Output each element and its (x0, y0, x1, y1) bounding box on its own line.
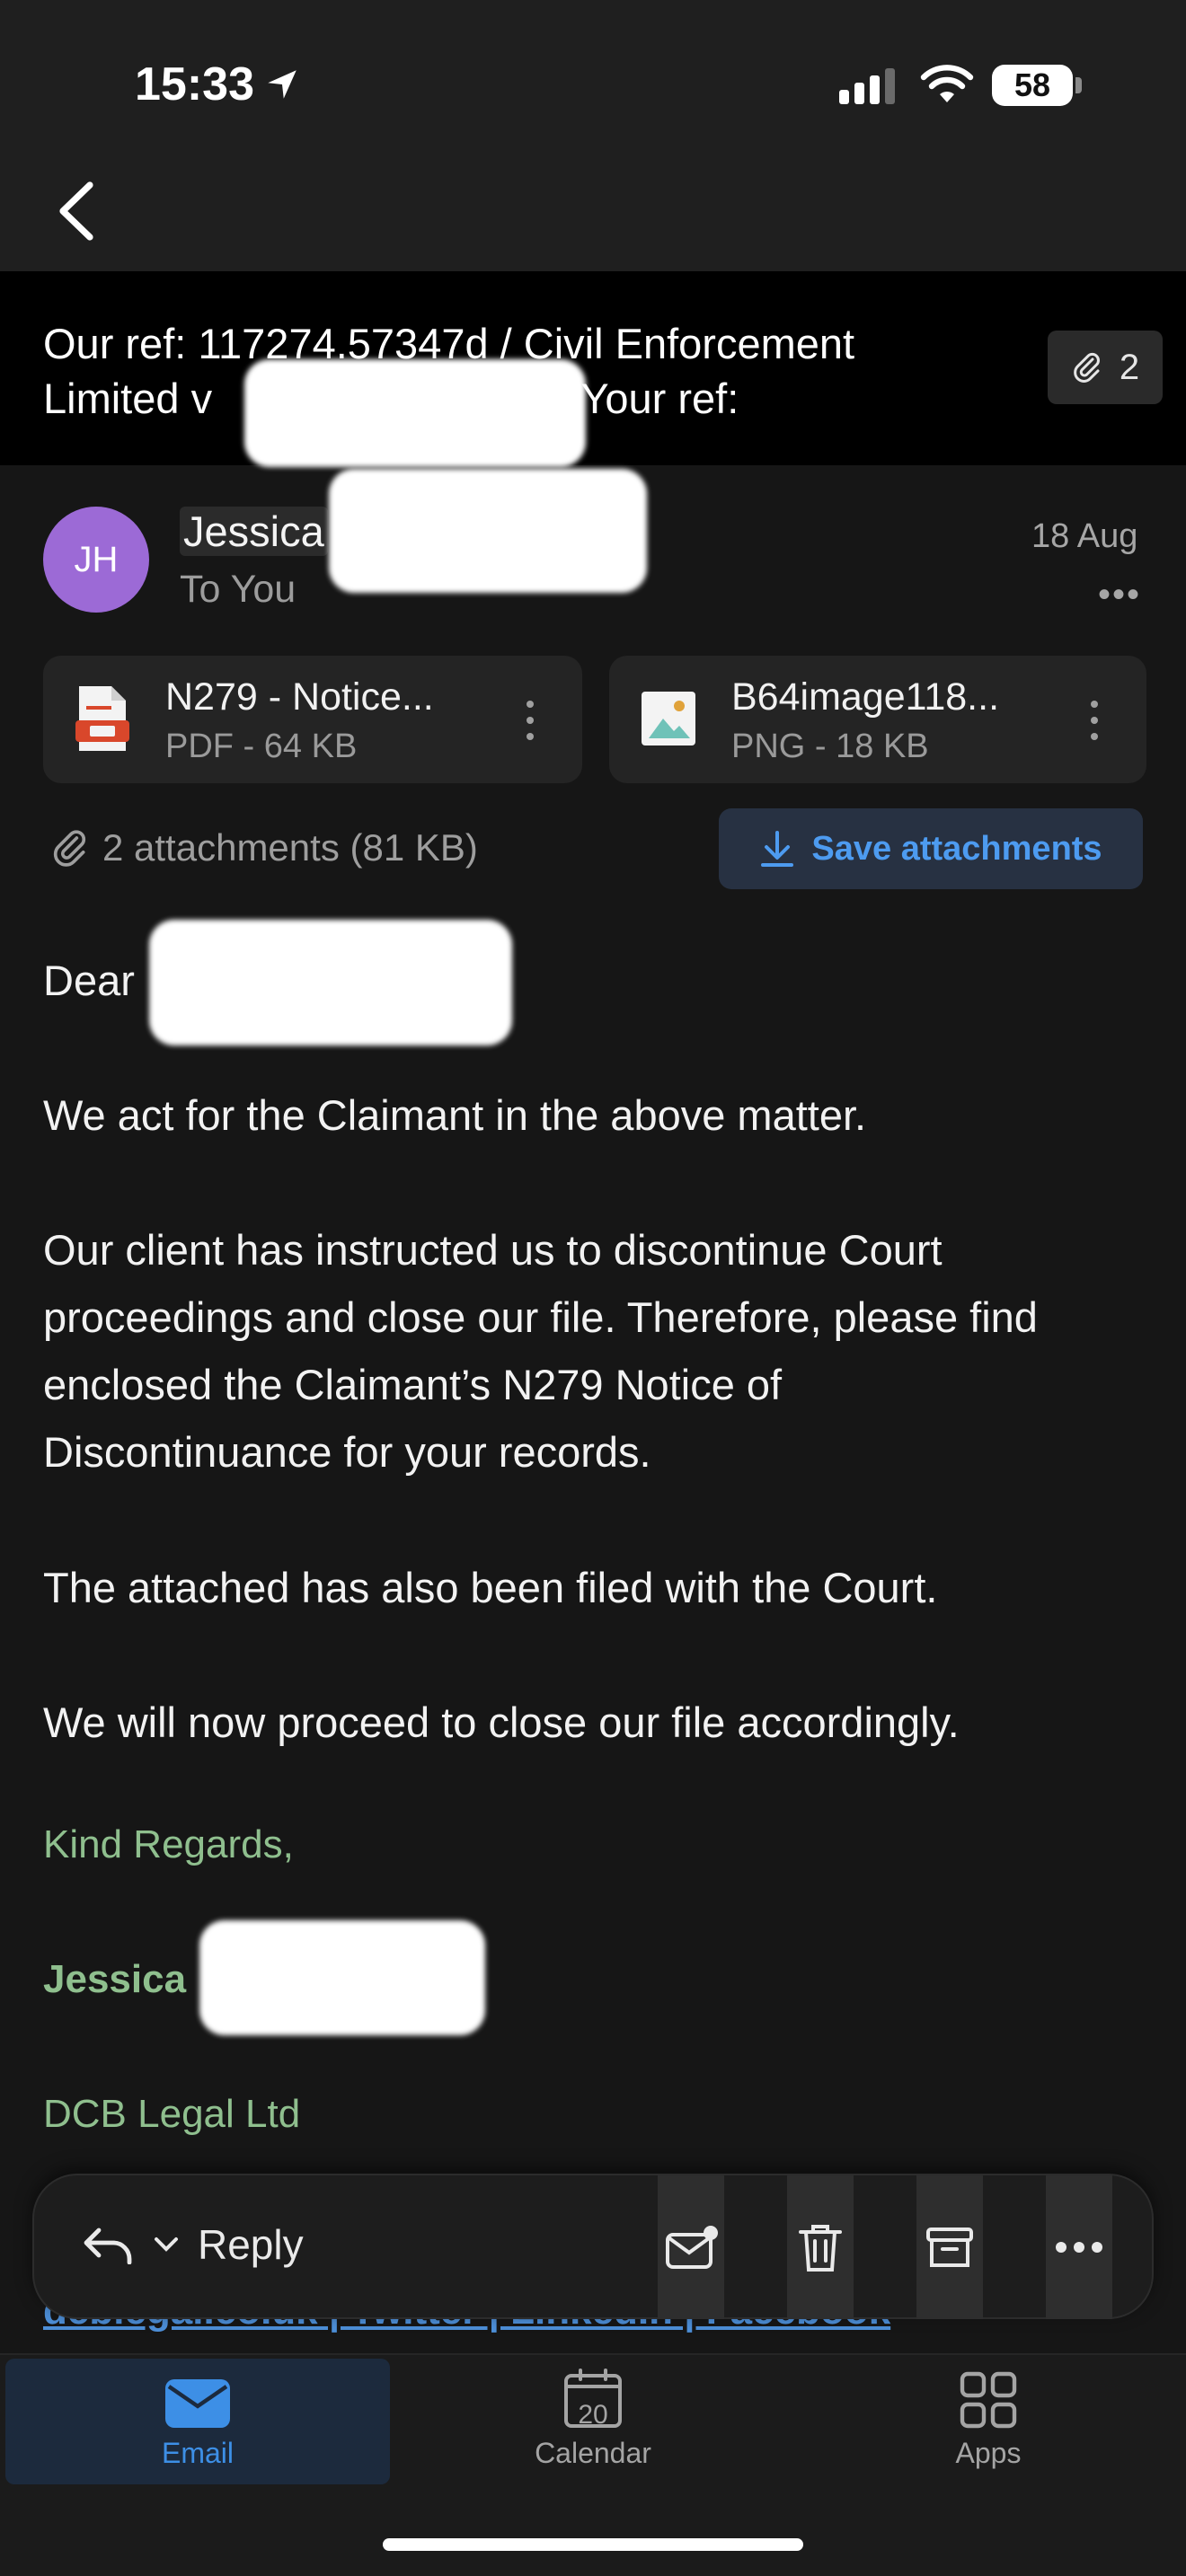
tab-apps[interactable]: Apps (796, 2359, 1181, 2484)
attachments-summary: 2 attachments (81 KB) (50, 826, 478, 869)
body-paragraph: Our client has instructed us to disconti… (43, 1226, 1038, 1476)
signature-name: Jessica (43, 1957, 187, 2001)
pdf-file-icon (75, 686, 129, 751)
save-attachments-button[interactable]: Save attachments (719, 808, 1143, 889)
attachment-count-badge[interactable]: 2 (1048, 331, 1163, 404)
more-options-button[interactable]: ••• (1098, 575, 1141, 615)
email-date: 18 Aug (1031, 517, 1138, 555)
location-arrow-icon (268, 70, 296, 99)
calendar-date: 20 (578, 2400, 608, 2430)
reply-button[interactable]: Reply (81, 2220, 304, 2269)
body-paragraph: We act for the Claimant in the above mat… (43, 1091, 867, 1139)
attachment-name: N279 - Notice... (165, 675, 434, 719)
trash-icon (799, 2225, 842, 2272)
avatar[interactable]: JH (43, 507, 149, 613)
paperclip-icon (1074, 352, 1100, 383)
attachment-name: B64image118... (731, 675, 1000, 719)
chevron-down-icon (155, 2237, 178, 2252)
attachment-card-pdf[interactable]: N279 - Notice... PDF - 64 KB (43, 656, 582, 783)
battery-cap (1075, 77, 1082, 93)
mail-icon (165, 2379, 230, 2428)
top-bar: 15:33 58 (0, 0, 1186, 271)
cellular-signal-icon (839, 68, 895, 104)
email-greeting: Dear (43, 957, 135, 1004)
redaction (149, 920, 512, 1045)
wifi-icon (920, 65, 974, 102)
sender-name[interactable]: Jessica (180, 507, 328, 556)
archive-button[interactable] (916, 2175, 983, 2319)
tab-email[interactable]: Email (5, 2359, 390, 2484)
paperclip-icon (53, 830, 86, 867)
battery-indicator: 58 (992, 65, 1073, 106)
ellipsis-icon (1056, 2242, 1102, 2253)
delete-button[interactable] (787, 2175, 854, 2319)
unread-mail-icon (666, 2226, 718, 2269)
tab-calendar[interactable]: 20 Calendar (401, 2359, 785, 2484)
recipient-label: To You (180, 568, 296, 611)
reply-arrow-icon (84, 2228, 132, 2264)
company-name: DCB Legal Ltd (43, 2092, 301, 2136)
download-icon (761, 831, 794, 867)
kebab-menu-icon[interactable] (527, 701, 534, 740)
body-paragraph: We will now proceed to close our file ac… (43, 1698, 960, 1746)
redaction (199, 1920, 485, 2035)
redaction (244, 359, 586, 467)
redaction (329, 469, 647, 593)
email-subject-header: Our ref: 117274.57347d / Civil Enforceme… (0, 271, 1186, 465)
archive-icon (926, 2228, 973, 2267)
reply-toolbar: Reply (32, 2174, 1154, 2319)
back-chevron-icon[interactable] (54, 180, 99, 243)
body-paragraph: The attached has also been filed with th… (43, 1564, 938, 1611)
apps-grid-icon (960, 2371, 1017, 2429)
mark-unread-button[interactable] (658, 2175, 724, 2319)
closing-text: Kind Regards, (43, 1822, 294, 1866)
attachment-meta: PDF - 64 KB (165, 728, 358, 765)
attachment-card-png[interactable]: B64image118... PNG - 18 KB (609, 656, 1146, 783)
more-actions-button[interactable] (1046, 2175, 1112, 2319)
status-time: 15:33 (135, 57, 301, 111)
kebab-menu-icon[interactable] (1091, 701, 1098, 740)
image-file-icon (642, 692, 695, 745)
home-indicator (383, 2538, 803, 2551)
attachment-meta: PNG - 18 KB (731, 728, 929, 765)
